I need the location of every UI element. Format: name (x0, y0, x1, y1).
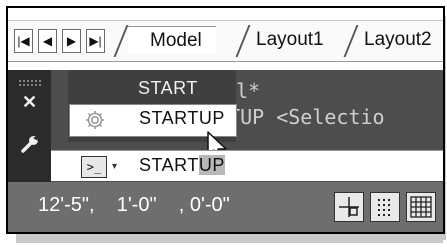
next-icon: ▶ (66, 34, 77, 48)
gear-icon (86, 111, 104, 129)
first-icon: |◀ (17, 34, 30, 48)
last-icon: ▶| (89, 34, 102, 48)
snap-button[interactable] (334, 192, 364, 222)
command-input-line[interactable] (51, 150, 443, 181)
snap-icon (339, 197, 359, 217)
layout-tab-bar: |◀ ◀ ▶ ▶| Model Layout1 Layout2 (8, 8, 443, 70)
grid-display-button[interactable] (406, 192, 436, 222)
autocomplete-header: START (138, 78, 198, 98)
drag-grip-icon[interactable] (18, 79, 42, 87)
close-icon[interactable]: ✕ (22, 92, 38, 112)
recent-commands-dropdown-icon[interactable]: ▾ (112, 161, 117, 172)
tab-nav-prev-button[interactable]: ◀ (38, 29, 57, 53)
tab-nav-last-button[interactable]: ▶| (86, 29, 105, 53)
tab-layout1-label: Layout1 (256, 29, 324, 50)
tab-layout1[interactable]: Layout1 (256, 26, 324, 54)
dotted-grid-icon (378, 199, 390, 216)
previous-icon: ◀ (42, 34, 53, 48)
command-history-line: RTUP <Selectio (216, 105, 385, 129)
tab-layout2[interactable]: Layout2 (364, 26, 432, 54)
tab-nav-first-button[interactable]: |◀ (14, 29, 33, 53)
autocomplete-item-label: STARTUP (139, 108, 225, 128)
prompt-glyph: >_ (86, 160, 102, 174)
command-input-text[interactable]: STARTUP (139, 155, 225, 176)
autocomplete-suggestion: UP (198, 155, 225, 175)
grid-mode-button[interactable] (370, 192, 400, 222)
tab-layout2-label: Layout2 (364, 29, 432, 50)
typed-text: START (139, 155, 199, 175)
tab-model[interactable]: Model (128, 26, 216, 55)
tab-nav-next-button[interactable]: ▶ (62, 29, 81, 53)
grid-icon (410, 196, 432, 218)
tab-model-label: Model (150, 30, 202, 51)
app-window-crop: |◀ ◀ ▶ ▶| Model Layout1 Layout2 ✕ ncel* … (6, 6, 445, 234)
wrench-icon[interactable] (20, 134, 40, 154)
coordinate-readout[interactable]: 12'-5", 1'-0" , 0'-0" (38, 194, 230, 217)
command-prompt-icon[interactable]: >_ (81, 156, 107, 178)
